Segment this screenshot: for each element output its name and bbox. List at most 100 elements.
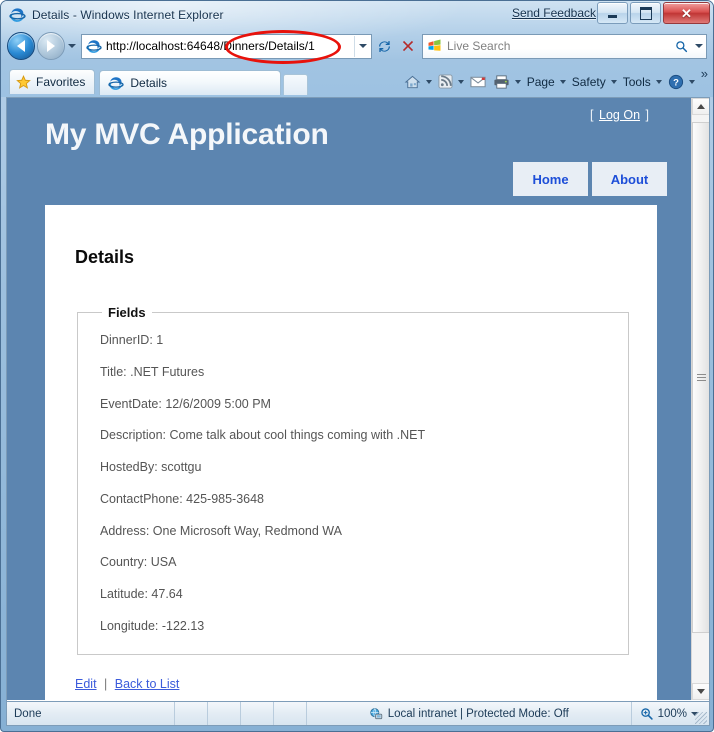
close-button[interactable]: ✕ [663, 2, 710, 24]
address-dropdown-button[interactable] [354, 35, 371, 57]
bracket-open: [ [590, 108, 594, 122]
chevron-down-icon [68, 44, 76, 48]
window-resize-grip[interactable] [695, 712, 707, 724]
print-button[interactable] [490, 70, 524, 93]
scrollbar-thumb[interactable] [692, 122, 709, 633]
scroll-down-button[interactable] [692, 683, 709, 700]
minimize-button[interactable] [597, 2, 628, 24]
page-menu-button[interactable]: Page [524, 70, 569, 93]
browser-tab-details[interactable]: Details [99, 70, 282, 95]
forward-arrow-icon [47, 40, 55, 52]
refresh-button[interactable] [372, 34, 396, 58]
search-submit-button[interactable] [670, 40, 692, 53]
page-favicon-icon [86, 40, 102, 53]
field-description: Description: Come talk about cool things… [100, 428, 426, 443]
page-vertical-scrollbar[interactable] [691, 98, 709, 700]
safety-menu-label: Safety [571, 74, 606, 89]
search-provider-dropdown[interactable] [692, 44, 706, 48]
close-icon: ✕ [681, 5, 692, 21]
address-url-text: http://localhost:64648/Dinners/Details/1 [106, 39, 315, 53]
command-bar-overflow-button[interactable]: » [698, 66, 711, 81]
star-icon [16, 74, 31, 90]
svg-text:?: ? [673, 77, 679, 88]
field-longitude: Longitude: -122.13 [100, 618, 205, 633]
refresh-icon [378, 40, 390, 52]
field-hostedby: HostedBy: scottgu [100, 460, 202, 474]
tab-label: Details [130, 76, 168, 90]
chevron-down-icon [514, 79, 521, 84]
minimize-icon [608, 14, 617, 18]
chevron-down-icon [559, 79, 566, 84]
send-feedback-link[interactable]: Send Feedback [512, 6, 596, 20]
scroll-up-button[interactable] [692, 98, 709, 115]
field-contactphone: ContactPhone: 425-985-3648 [100, 491, 265, 506]
status-divider [240, 702, 241, 725]
close-x-icon [402, 40, 414, 52]
scrollbar-track[interactable] [692, 115, 709, 683]
browser-window: Details - Windows Internet Explorer Send… [0, 0, 714, 732]
action-separator: | [104, 676, 108, 691]
site-header: My MVC Application [ Log On ] Home About [7, 98, 691, 198]
status-divider [273, 702, 274, 725]
forward-button[interactable] [37, 32, 65, 60]
home-icon [404, 75, 421, 88]
status-message: Done [14, 707, 42, 720]
chevron-down-icon [359, 44, 367, 48]
page-menu-label: Page [526, 74, 555, 89]
home-button[interactable] [401, 70, 435, 93]
field-eventdate: EventDate: 12/6/2009 5:00 PM [100, 396, 271, 411]
action-links: Edit | Back to List [75, 677, 627, 691]
field-dinnerid: DinnerID: 1 [100, 333, 164, 347]
local-intranet-icon [370, 707, 382, 719]
fields-fieldset: Fields DinnerID: 1 Title: .NET Futures E… [77, 305, 629, 655]
main-navigation-menu: Home About [513, 162, 667, 196]
read-mail-button[interactable] [467, 70, 490, 93]
status-divider [174, 702, 175, 725]
status-bar: Done Local intranet | Protected Mode: Of… [6, 701, 710, 726]
windows-logo-icon [428, 38, 441, 51]
maximize-button[interactable] [630, 2, 661, 24]
chevron-down-icon [655, 79, 662, 84]
nav-item-about[interactable]: About [592, 162, 667, 196]
tools-menu-label: Tools [622, 74, 651, 89]
printer-icon [494, 74, 509, 89]
internet-explorer-icon [108, 77, 125, 90]
new-tab-button[interactable] [283, 74, 309, 95]
bracket-close: ] [645, 108, 649, 122]
window-title: Details - Windows Internet Explorer [32, 7, 224, 22]
field-title: Title: .NET Futures [100, 364, 205, 379]
search-box[interactable]: Live Search [422, 33, 707, 59]
security-zone-label: Local intranet | Protected Mode: Off [387, 707, 569, 720]
field-latitude: Latitude: 47.64 [100, 587, 183, 601]
zoom-level-label: 100% [657, 707, 687, 720]
chevron-down-icon [695, 44, 703, 48]
tools-menu-button[interactable]: Tools [620, 70, 665, 93]
search-input[interactable]: Live Search [447, 39, 670, 53]
navigation-bar: http://localhost:64648/Dinners/Details/1 [1, 28, 713, 64]
chevron-down-icon [688, 79, 695, 84]
favorites-label: Favorites [36, 75, 86, 89]
stop-button[interactable] [396, 34, 420, 58]
mail-icon [470, 76, 486, 87]
edit-link[interactable]: Edit [75, 677, 97, 691]
security-zone-indicator[interactable]: Local intranet | Protected Mode: Off [307, 707, 631, 721]
search-icon [675, 40, 687, 52]
log-on-link[interactable]: Log On [597, 108, 642, 122]
recent-pages-button[interactable] [65, 44, 79, 48]
rss-feed-icon [438, 74, 453, 89]
address-bar[interactable]: http://localhost:64648/Dinners/Details/1 [81, 33, 372, 59]
safety-menu-button[interactable]: Safety [569, 70, 620, 93]
favorites-button[interactable]: Favorites [9, 69, 96, 94]
nav-item-home[interactable]: Home [513, 162, 588, 196]
back-to-list-link[interactable]: Back to List [115, 677, 180, 691]
help-button[interactable]: ? [665, 70, 698, 93]
feeds-button[interactable] [435, 70, 467, 93]
web-page: My MVC Application [ Log On ] Home About… [7, 98, 691, 700]
logon-area: [ Log On ] [590, 108, 649, 122]
tab-and-command-bar: Favorites Details Page Safety Tools ? » [1, 64, 713, 95]
field-address: Address: One Microsoft Way, Redmond WA [100, 523, 342, 538]
chevron-up-icon [697, 104, 705, 109]
chevron-down-icon [457, 79, 464, 84]
back-button[interactable] [7, 32, 35, 60]
title-bar: Details - Windows Internet Explorer Send… [1, 1, 713, 28]
